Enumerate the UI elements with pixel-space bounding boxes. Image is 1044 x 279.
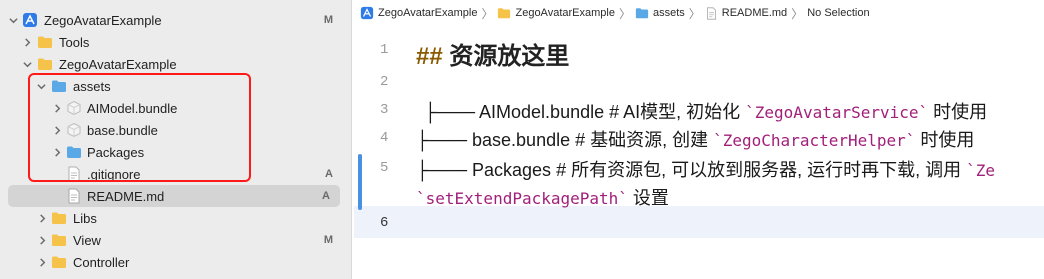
file-icon [706,6,716,20]
navigator-label: Tools [59,34,90,50]
navigator-row-aimodel-bundle[interactable]: AIModel.bundle [0,97,351,119]
line-text: ├─── AIModel.bundle # AI模型, 初始化 `ZegoAva… [424,98,987,124]
navigator-label: AIModel.bundle [87,100,178,116]
folder-blue-icon [66,144,82,160]
navigator-row-assets[interactable]: assets [0,75,351,97]
breadcrumb-file[interactable]: README.md [705,6,788,20]
inline-code: `setExtendPackagePath` [416,189,628,208]
file-icon [66,166,82,182]
navigator-label: Packages [87,144,145,160]
inline-code: `Ze [966,161,995,180]
breadcrumb-label: No Selection [807,7,870,19]
folder-icon [37,34,53,50]
breadcrumb-label: ZegoAvatarExample [378,7,478,19]
breadcrumb-separator: 〉 [481,6,494,21]
scm-status-badge: A [322,190,330,202]
scm-status-badge: M [323,14,333,26]
chevron-right-icon[interactable] [52,125,62,135]
chevron-right-icon[interactable] [22,37,32,47]
chevron-down-icon[interactable] [36,81,46,91]
line-plain: ├─── AIModel.bundle # AI模型, 初始化 [424,102,746,122]
line-plain: 时使用 [928,102,988,122]
navigator-label: Controller [73,254,130,270]
line-text: ├─── Packages # 所有资源包, 可以放到服务器, 运行时再下载, … [416,156,995,182]
project-navigator: ZegoAvatarExample M Tools ZegoAvatarExam… [0,0,352,279]
chevron-down-icon[interactable] [22,59,32,69]
line-number: 3 [380,102,389,118]
line-plain: 时使用 [915,130,975,150]
editor-line-1[interactable]: 1 ## 资源放这里 [354,34,1044,70]
scm-status-badge: A [325,168,333,180]
inline-code: `ZegoCharacterHelper` [713,131,916,150]
folder-icon [51,210,67,226]
jump-bar: ZegoAvatarExample 〉 ZegoAvatarExample 〉 … [354,0,1044,26]
folder-icon [498,8,511,19]
navigator-row-group[interactable]: ZegoAvatarExample [0,53,351,75]
navigator-label: ZegoAvatarExample [59,56,177,72]
chevron-right-icon[interactable] [37,257,47,267]
folder-blue-icon [51,78,67,94]
navigator-row-view[interactable]: View M [0,229,351,251]
navigator-row-project[interactable]: ZegoAvatarExample M [0,9,351,31]
line-plain: ├─── Packages # 所有资源包, 可以放到服务器, 运行时再下载, … [416,160,967,180]
project-icon [22,12,38,28]
breadcrumb-separator: 〉 [618,6,631,21]
breadcrumb-label: README.md [721,7,788,19]
navigator-row-libs[interactable]: Libs [0,207,351,229]
folder-icon [51,232,67,248]
navigator-row-gitignore[interactable]: .gitignore A [0,163,351,185]
line-plain: 设置 [627,188,669,208]
breadcrumb-project[interactable]: ZegoAvatarExample [360,6,477,20]
line-text: `setExtendPackagePath` 设置 [416,184,669,210]
source-editor[interactable]: 1 ## 资源放这里 2 3 ├─── AIModel.bundle # AI模… [354,26,1044,279]
line-text: ├─── base.bundle # 基础资源, 创建 `ZegoCharact… [416,126,974,152]
folder-icon [37,56,53,72]
breadcrumb-group[interactable]: ZegoAvatarExample [497,6,615,20]
project-icon [360,6,374,20]
chevron-right-icon[interactable] [52,103,62,113]
breadcrumb-label: ZegoAvatarExample [515,7,615,19]
breadcrumb-assets[interactable]: assets [635,6,685,20]
line-number: 6 [380,215,389,231]
navigator-row-tools[interactable]: Tools [0,31,351,53]
navigator-row-controller[interactable]: Controller [0,251,351,273]
bundle-icon [66,122,82,138]
inline-code: `ZegoAvatarService` [745,103,929,122]
breadcrumb-label: assets [652,7,685,19]
line-number: 1 [380,42,389,58]
file-icon [66,188,82,204]
navigator-label: .gitignore [87,166,141,182]
chevron-right-icon[interactable] [52,147,62,157]
navigator-label: View [73,232,101,248]
line-number: 5 [380,160,389,176]
navigator-row-packages[interactable]: Packages [0,141,351,163]
navigator-label: README.md [87,188,165,204]
bundle-icon [66,100,82,116]
line-plain: ├─── base.bundle # 基础资源, 创建 [416,130,714,150]
navigator-label: Libs [73,210,97,226]
breadcrumb-separator: 〉 [688,6,701,21]
chevron-right-icon[interactable] [37,235,47,245]
chevron-right-icon[interactable] [37,213,47,223]
folder-blue-icon [635,8,649,19]
editor-line-6[interactable]: 6 [354,208,1044,244]
scm-status-badge: M [323,234,333,246]
chevron-down-icon[interactable] [8,15,18,25]
navigator-row-base-bundle[interactable]: base.bundle [0,119,351,141]
navigator-row-readme[interactable]: README.md A [8,185,340,207]
line-number: 2 [380,74,389,90]
navigator-label: assets [73,78,111,94]
breadcrumb-selection[interactable]: No Selection [807,7,869,19]
breadcrumb-separator: 〉 [791,6,804,21]
editor-line-5-wrap[interactable]: `setExtendPackagePath` 设置 [354,182,1044,210]
line-number: 4 [380,130,389,146]
navigator-label: base.bundle [87,122,158,138]
folder-icon [51,254,67,270]
navigator-label: ZegoAvatarExample [44,12,162,28]
